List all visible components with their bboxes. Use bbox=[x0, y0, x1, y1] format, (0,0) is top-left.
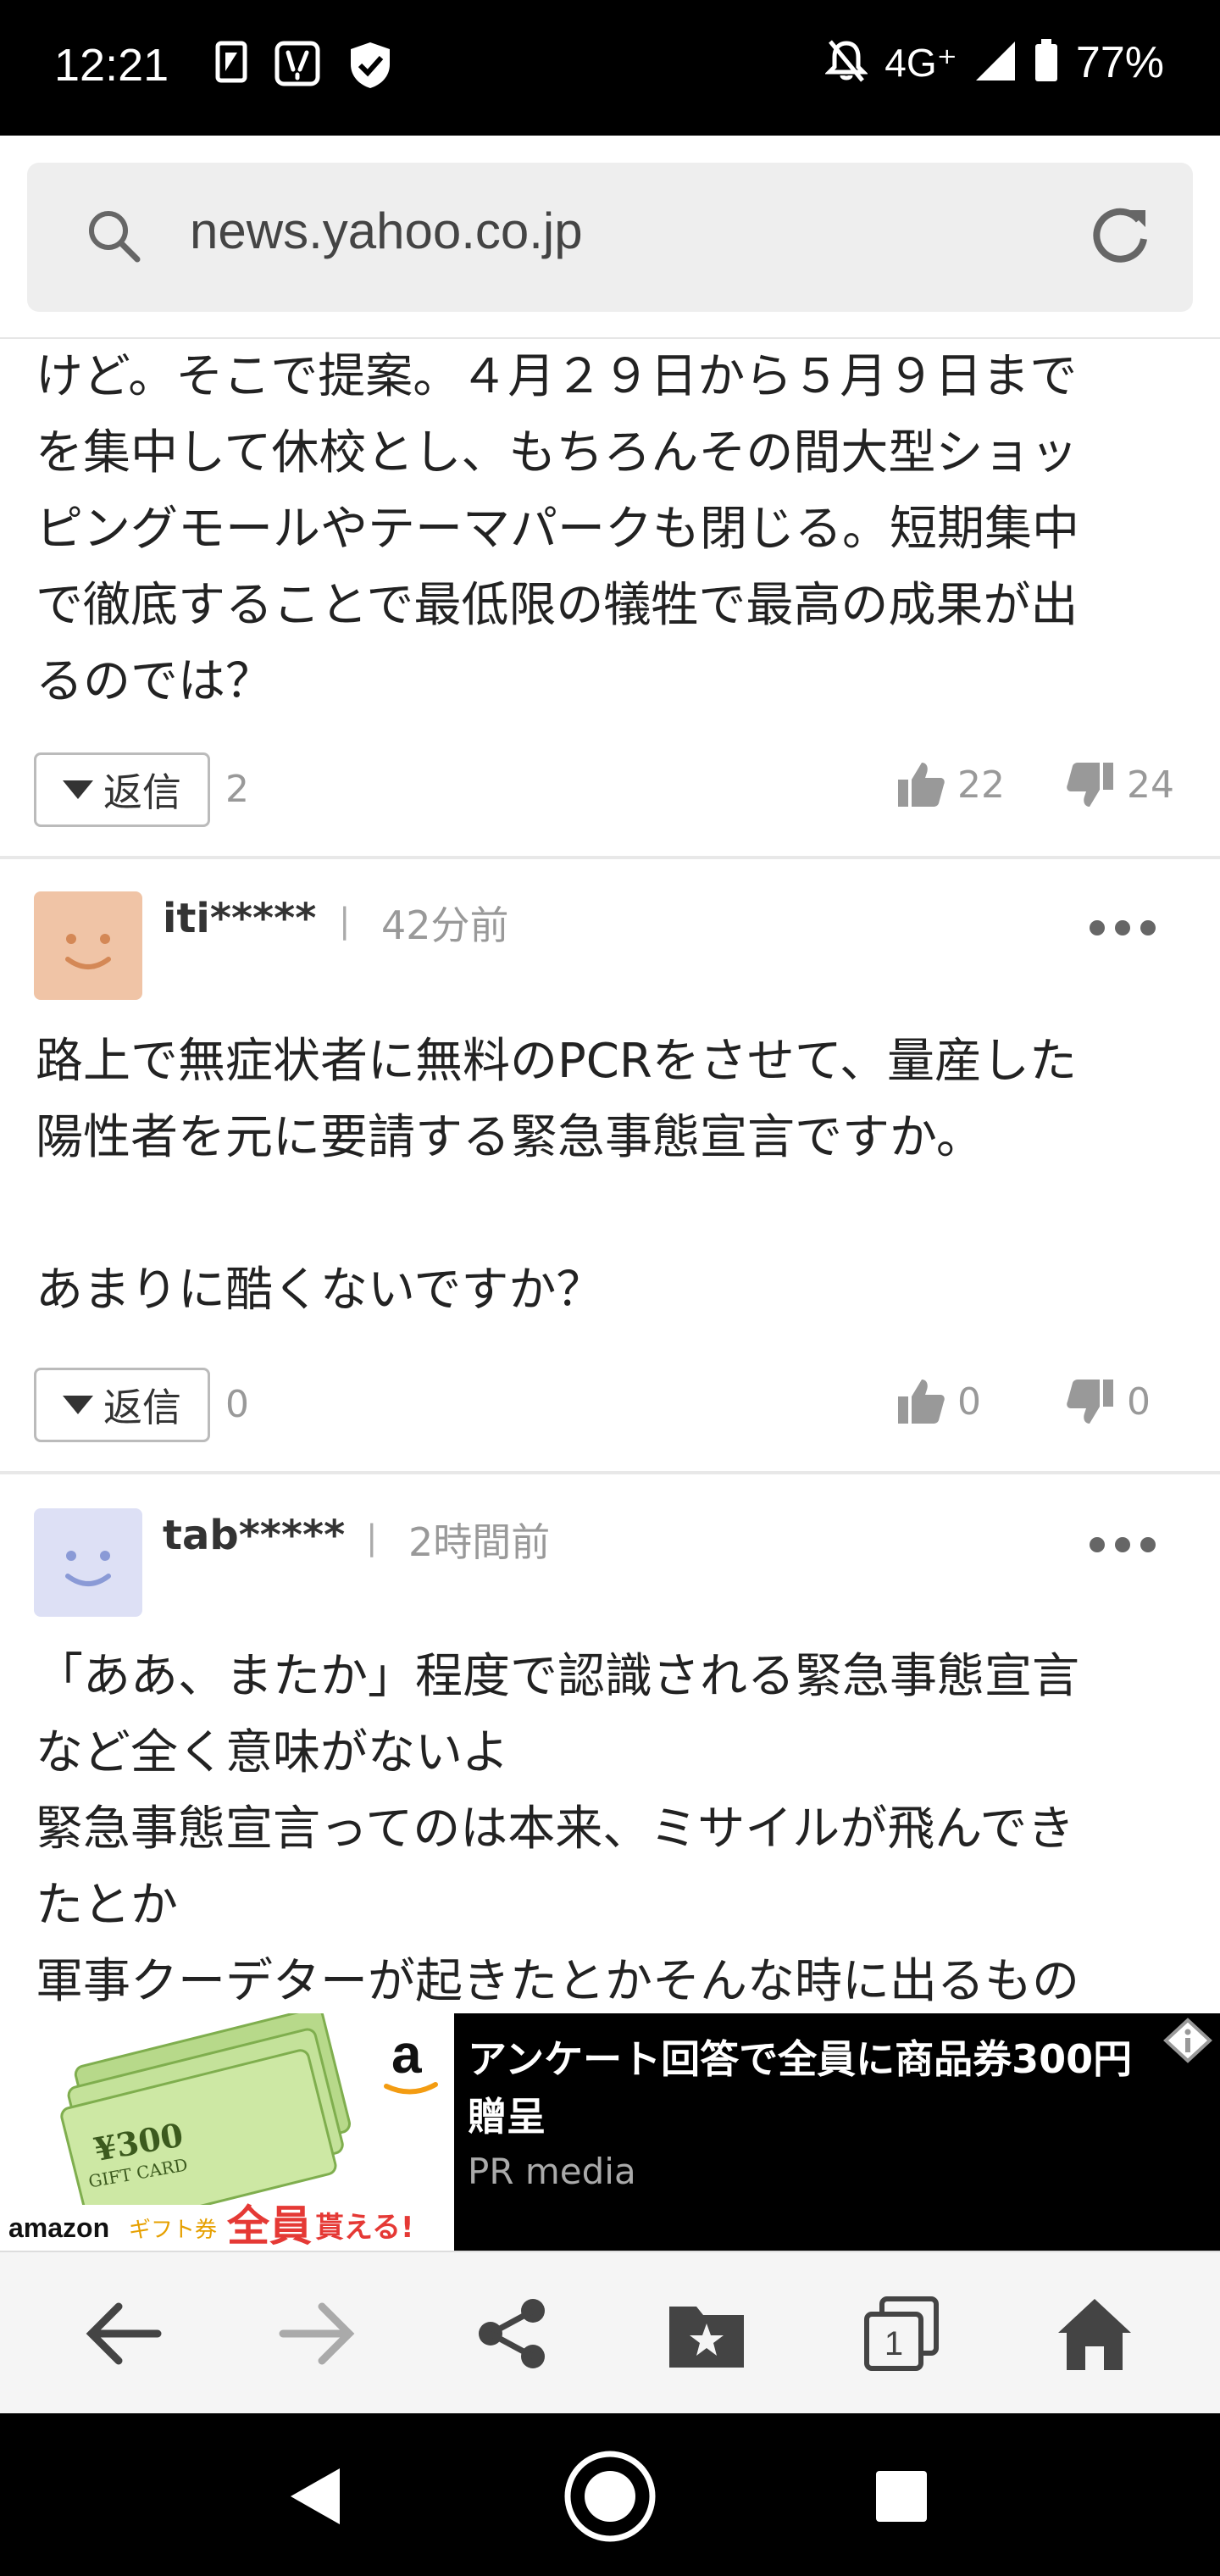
signal-icon bbox=[974, 40, 1017, 86]
caret-down-icon bbox=[63, 780, 93, 799]
thumbs-up-icon bbox=[898, 763, 945, 807]
sim-icon bbox=[215, 41, 247, 93]
ad-giftcard: ギフト券 bbox=[129, 2218, 217, 2243]
nav-recents-icon[interactable] bbox=[854, 2449, 949, 2544]
ad-info-icon[interactable] bbox=[1162, 2017, 1213, 2068]
browser-bottom-bar: 1 bbox=[0, 2251, 1220, 2413]
status-time: 12:21 bbox=[54, 40, 169, 91]
url-text[interactable]: news.yahoo.co.jp bbox=[190, 202, 583, 260]
bookmarks-icon[interactable] bbox=[663, 2290, 751, 2378]
dislike-count: 0 bbox=[1127, 1380, 1151, 1424]
back-icon[interactable] bbox=[80, 2290, 168, 2378]
reload-icon[interactable] bbox=[1084, 198, 1157, 275]
caret-down-icon bbox=[63, 1396, 93, 1414]
shield-icon bbox=[347, 41, 393, 93]
ad-banner[interactable]: ¥300 GIFT CARD a amazon ギフト券 全員 貰える! アンケ… bbox=[0, 2013, 1220, 2251]
divider bbox=[0, 1471, 1220, 1474]
more-options-icon[interactable] bbox=[1090, 920, 1156, 935]
nav-back-icon[interactable] bbox=[268, 2449, 363, 2544]
divider bbox=[0, 856, 1220, 859]
ad-everyone: 全員 bbox=[226, 2201, 312, 2251]
network-type: 4G⁺ bbox=[884, 41, 957, 85]
svg-text:a: a bbox=[391, 2024, 422, 2085]
like-button[interactable]: 0 bbox=[896, 1378, 981, 1425]
comment-text: 「ああ、またか」程度で認識される緊急事態宣言 など全く意味がないよ 緊急事態宣言… bbox=[36, 1649, 1079, 2009]
ad-receive: 貰える! bbox=[315, 2211, 414, 2245]
comments-list: けど。そこで提案。４月２９日から５月９日まで を集中して休校とし、もちろんその間… bbox=[0, 339, 1220, 2013]
dislike-button[interactable]: 0 bbox=[1066, 1378, 1151, 1425]
reply-button[interactable]: 返信 bbox=[34, 752, 210, 827]
avatar[interactable] bbox=[34, 1508, 142, 1617]
reply-count: 2 bbox=[225, 768, 249, 811]
like-button[interactable]: 22 bbox=[896, 761, 1005, 808]
time-ago: 42分前 bbox=[381, 902, 509, 948]
ad-source: PR media bbox=[468, 2151, 636, 2192]
dislike-button[interactable]: 24 bbox=[1066, 761, 1174, 808]
system-nav-bar bbox=[0, 2413, 1220, 2576]
battery-percent: 77% bbox=[1075, 38, 1164, 87]
meta-separator: | bbox=[366, 1518, 378, 1557]
ad-image[interactable]: ¥300 GIFT CARD a amazon ギフト券 全員 貰える! bbox=[0, 2013, 454, 2251]
browser-toolbar: news.yahoo.co.jp bbox=[0, 136, 1220, 339]
app-notification-icon bbox=[274, 41, 320, 93]
more-options-icon[interactable] bbox=[1090, 1537, 1156, 1552]
home-icon[interactable] bbox=[1051, 2290, 1139, 2378]
tab-count: 1 bbox=[884, 2325, 903, 2362]
ad-title[interactable]: アンケート回答で全員に商品券300円贈呈 bbox=[468, 2030, 1162, 2146]
address-bar[interactable]: news.yahoo.co.jp bbox=[27, 163, 1193, 312]
comment-text: 路上で無症状者に無料のPCRをさせて、量産した 陽性者を元に要請する緊急事態宣言… bbox=[36, 1034, 1077, 1318]
forward-icon[interactable] bbox=[273, 2290, 361, 2378]
search-icon bbox=[83, 205, 144, 269]
nav-home-icon[interactable] bbox=[563, 2449, 657, 2544]
comment-text: けど。そこで提案。４月２９日から５月９日まで を集中して休校とし、もちろんその間… bbox=[36, 349, 1079, 709]
battery-icon bbox=[1034, 38, 1059, 87]
mute-icon bbox=[824, 38, 869, 88]
status-bar: 12:21 4G⁺ 77% bbox=[0, 0, 1220, 136]
dislike-count: 24 bbox=[1127, 763, 1174, 807]
share-icon[interactable] bbox=[468, 2290, 556, 2378]
thumbs-down-icon bbox=[1067, 1380, 1113, 1424]
like-count: 22 bbox=[957, 763, 1005, 807]
username[interactable]: tab***** bbox=[163, 1512, 345, 1559]
ad-brand: amazon bbox=[8, 2212, 109, 2243]
time-ago: 2時間前 bbox=[408, 1519, 551, 1565]
thumbs-down-icon bbox=[1067, 763, 1113, 807]
like-count: 0 bbox=[957, 1380, 981, 1424]
username[interactable]: iti***** bbox=[163, 895, 316, 942]
thumbs-up-icon bbox=[898, 1380, 945, 1424]
tabs-icon[interactable]: 1 bbox=[857, 2290, 946, 2378]
reply-button[interactable]: 返信 bbox=[34, 1368, 210, 1442]
meta-separator: | bbox=[339, 902, 351, 941]
avatar[interactable] bbox=[34, 891, 142, 1000]
reply-count: 0 bbox=[225, 1383, 249, 1426]
